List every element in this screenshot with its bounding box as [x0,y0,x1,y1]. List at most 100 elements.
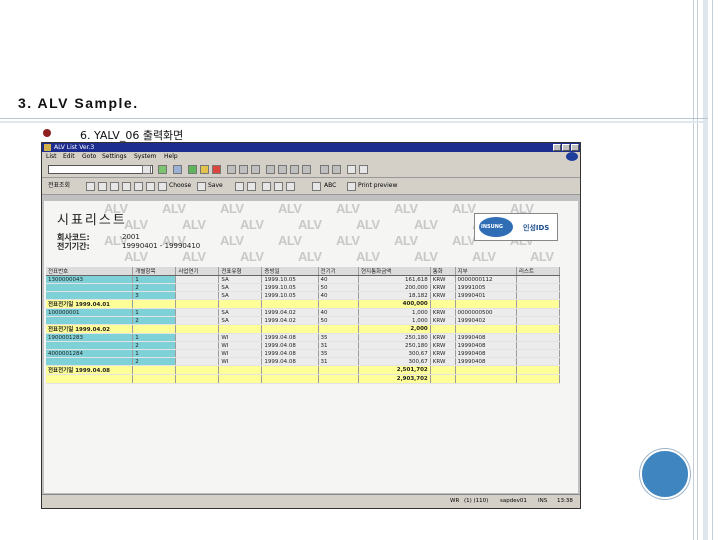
subtotal-icon[interactable] [146,182,155,191]
table-cell[interactable]: 전표전기일 1999.04.02 [46,324,134,334]
table-row[interactable]: 1900001283 1 WI 1999.04.08 35 250,180 KRW 19990… [46,333,561,342]
cancel-icon[interactable] [212,165,221,174]
table-cell[interactable] [46,341,134,350]
close-button[interactable] [571,144,579,151]
table-cell[interactable]: 100000001 [46,308,134,317]
table-cell[interactable] [175,365,220,375]
table-cell[interactable] [46,357,134,366]
table-cell[interactable]: 40 [318,291,359,300]
table-cell[interactable] [175,341,220,350]
help-icon[interactable] [347,165,356,174]
table-cell[interactable]: KRW [430,341,456,350]
subtotal-row[interactable]: 전표전기일 1999.04.08 2,501,702 [46,365,561,375]
table-cell[interactable] [318,299,359,309]
table-cell[interactable]: 2 [132,341,177,350]
col-header[interactable]: 증빙일 [261,267,319,276]
table-cell[interactable] [430,374,456,384]
prev-page-icon[interactable] [278,165,287,174]
table-cell[interactable]: KRW [430,308,456,317]
first-page-icon[interactable] [266,165,275,174]
dropdown-icon[interactable] [142,165,151,174]
table-cell[interactable]: 19990408 [455,357,517,366]
save-icon[interactable] [173,165,182,174]
spreadsheet-icon[interactable] [235,182,244,191]
table-cell[interactable]: 1900001283 [46,333,134,342]
table-cell[interactable]: SA [218,283,263,292]
table-cell[interactable] [318,365,359,375]
col-header[interactable]: 전표번호 [46,267,134,276]
table-cell[interactable]: 1 [132,333,177,342]
table-cell[interactable]: 2 [132,357,177,366]
menu-settings[interactable]: Settings [102,152,127,162]
table-cell[interactable] [516,308,561,317]
table-cell[interactable]: 1999.04.02 [261,308,319,317]
table-cell[interactable] [132,299,177,309]
last-page-icon[interactable] [302,165,311,174]
table-cell[interactable] [516,357,561,366]
table-cell[interactable]: 1999.04.08 [261,349,319,358]
table-cell[interactable] [175,291,220,300]
table-cell[interactable]: KRW [430,291,456,300]
table-cell[interactable] [516,316,561,325]
sort-asc-icon[interactable] [98,182,107,191]
table-cell[interactable] [516,349,561,358]
table-cell[interactable] [516,291,561,300]
col-header[interactable]: 현지통화금액 [358,267,431,276]
table-row[interactable]: 3 SA 1999.10.05 40 18,182 KRW 19990401 [46,291,561,300]
print-preview-icon[interactable] [347,182,356,191]
table-cell[interactable]: 1 [132,349,177,358]
table-cell[interactable] [261,299,319,309]
table-cell[interactable] [516,283,561,292]
new-session-icon[interactable] [320,165,329,174]
table-cell[interactable] [175,308,220,317]
menu-list[interactable]: List [46,152,57,162]
table-cell[interactable] [175,357,220,366]
table-cell[interactable]: 1999.04.08 [261,341,319,350]
table-cell[interactable]: SA [218,275,263,284]
table-cell[interactable]: KRW [430,316,456,325]
print-preview-button[interactable]: Print preview [358,178,397,194]
col-header[interactable]: 지부 [455,267,517,276]
table-row[interactable]: 100000001 1 SA 1999.04.02 40 1,000 KRW 00000005… [46,308,561,317]
menu-system[interactable]: System [134,152,156,162]
document-view-button[interactable]: 전표조회 [48,178,70,194]
table-cell[interactable]: KRW [430,333,456,342]
col-header[interactable]: 전표유형 [218,267,263,276]
table-cell[interactable] [218,374,263,384]
table-cell[interactable]: 4000001284 [46,349,134,358]
table-cell[interactable]: 35 [318,333,359,342]
table-cell[interactable]: 1999.04.08 [261,333,319,342]
table-cell[interactable] [46,316,134,325]
table-cell[interactable] [516,374,561,384]
table-row[interactable]: 2 WI 1999.04.08 31 250,180 KRW 19990408 [46,341,561,350]
table-cell[interactable]: 300,67 [358,357,431,366]
choose-layout-icon[interactable] [158,182,167,191]
table-cell[interactable] [516,333,561,342]
table-cell[interactable]: 1 [132,308,177,317]
table-cell[interactable] [175,349,220,358]
table-cell[interactable]: 3 [132,291,177,300]
subtotal-row[interactable]: 전표전기일 1999.04.01 400,000 [46,299,561,309]
table-cell[interactable] [430,299,456,309]
mail-icon[interactable] [274,182,283,191]
choose-button[interactable]: Choose [169,178,191,194]
sum-icon[interactable] [134,182,143,191]
sort-desc-icon[interactable] [110,182,119,191]
table-cell[interactable]: 400,000 [358,299,431,309]
table-cell[interactable]: 2,903,702 [358,374,431,384]
table-cell[interactable]: 1 [132,275,177,284]
table-cell[interactable] [455,299,517,309]
table-cell[interactable]: KRW [430,275,456,284]
table-cell[interactable]: 1999.04.08 [261,357,319,366]
shortcut-icon[interactable] [332,165,341,174]
command-field[interactable] [48,165,153,174]
table-row[interactable]: 1300000043 1 SA 1999.10.05 40 161,618 KRW 00000… [46,275,561,284]
minimize-button[interactable] [553,144,561,151]
table-cell[interactable] [218,324,263,334]
table-cell[interactable]: 0000000112 [455,275,517,284]
table-cell[interactable]: 200,000 [358,283,431,292]
table-cell[interactable] [516,341,561,350]
table-cell[interactable] [430,324,456,334]
print-icon[interactable] [227,165,236,174]
graphic-icon[interactable] [286,182,295,191]
